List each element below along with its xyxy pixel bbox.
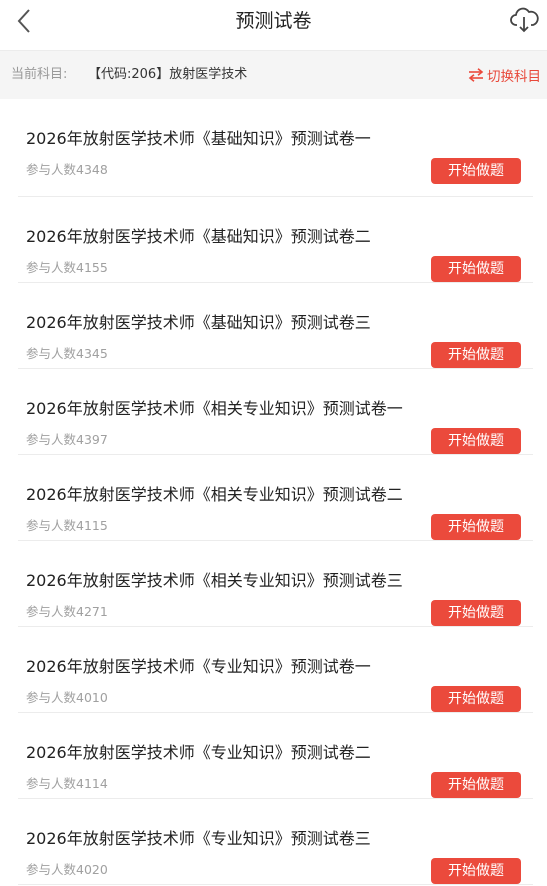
start-quiz-button[interactable]: 开始做题 <box>431 158 521 184</box>
participant-count: 参与人数4114 <box>26 776 108 791</box>
start-quiz-button[interactable]: 开始做题 <box>431 342 521 368</box>
participant-count: 参与人数4397 <box>26 432 108 447</box>
start-quiz-button[interactable]: 开始做题 <box>431 772 521 798</box>
download-button[interactable] <box>509 4 539 34</box>
start-quiz-button[interactable]: 开始做题 <box>431 686 521 712</box>
list-item[interactable]: 2026年放射医学技术师《相关专业知识》预测试卷二 参与人数4115 开始做题 <box>18 455 533 541</box>
start-quiz-button[interactable]: 开始做题 <box>431 858 521 884</box>
cloud-download-icon <box>510 7 539 33</box>
paper-title: 2026年放射医学技术师《基础知识》预测试卷一 <box>26 129 371 148</box>
subject-value: 【代码:206】放射医学技术 <box>88 67 248 82</box>
list-item[interactable]: 2026年放射医学技术师《基础知识》预测试卷一 参与人数4348 开始做题 <box>18 99 533 197</box>
paper-title: 2026年放射医学技术师《相关专业知识》预测试卷二 <box>26 485 403 504</box>
paper-title: 2026年放射医学技术师《专业知识》预测试卷一 <box>26 657 371 676</box>
paper-list: 2026年放射医学技术师《基础知识》预测试卷一 参与人数4348 开始做题 20… <box>0 99 547 885</box>
participant-count: 参与人数4010 <box>26 690 108 705</box>
participant-count: 参与人数4271 <box>26 604 108 619</box>
paper-title: 2026年放射医学技术师《专业知识》预测试卷三 <box>26 829 371 848</box>
start-quiz-button[interactable]: 开始做题 <box>431 428 521 454</box>
swap-icon <box>468 68 484 82</box>
current-subject-bar: 当前科目: 【代码:206】放射医学技术 切换科目 <box>0 51 547 99</box>
list-item[interactable]: 2026年放射医学技术师《基础知识》预测试卷二 参与人数4155 开始做题 <box>18 197 533 283</box>
participant-count: 参与人数4155 <box>26 260 108 275</box>
list-item[interactable]: 2026年放射医学技术师《相关专业知识》预测试卷三 参与人数4271 开始做题 <box>18 541 533 627</box>
top-bar: 预测试卷 <box>0 0 547 51</box>
participant-count: 参与人数4348 <box>26 162 108 177</box>
start-quiz-button[interactable]: 开始做题 <box>431 256 521 282</box>
list-item[interactable]: 2026年放射医学技术师《基础知识》预测试卷三 参与人数4345 开始做题 <box>18 283 533 369</box>
list-item[interactable]: 2026年放射医学技术师《专业知识》预测试卷二 参与人数4114 开始做题 <box>18 713 533 799</box>
subject-label: 当前科目: <box>11 67 68 82</box>
switch-subject-button[interactable]: 切换科目 <box>468 64 541 86</box>
list-item[interactable]: 2026年放射医学技术师《相关专业知识》预测试卷一 参与人数4397 开始做题 <box>18 369 533 455</box>
page-title: 预测试卷 <box>235 10 312 32</box>
paper-title: 2026年放射医学技术师《基础知识》预测试卷二 <box>26 227 371 246</box>
switch-subject-label: 切换科目 <box>487 69 541 85</box>
paper-title: 2026年放射医学技术师《基础知识》预测试卷三 <box>26 313 371 332</box>
participant-count: 参与人数4020 <box>26 862 108 877</box>
paper-title: 2026年放射医学技术师《相关专业知识》预测试卷三 <box>26 571 403 590</box>
participant-count: 参与人数4115 <box>26 518 108 533</box>
list-item[interactable]: 2026年放射医学技术师《专业知识》预测试卷一 参与人数4010 开始做题 <box>18 627 533 713</box>
paper-title: 2026年放射医学技术师《相关专业知识》预测试卷一 <box>26 399 403 418</box>
start-quiz-button[interactable]: 开始做题 <box>431 514 521 540</box>
paper-title: 2026年放射医学技术师《专业知识》预测试卷二 <box>26 743 371 762</box>
list-item[interactable]: 2026年放射医学技术师《专业知识》预测试卷三 参与人数4020 开始做题 <box>18 799 533 885</box>
start-quiz-button[interactable]: 开始做题 <box>431 600 521 626</box>
participant-count: 参与人数4345 <box>26 346 108 361</box>
